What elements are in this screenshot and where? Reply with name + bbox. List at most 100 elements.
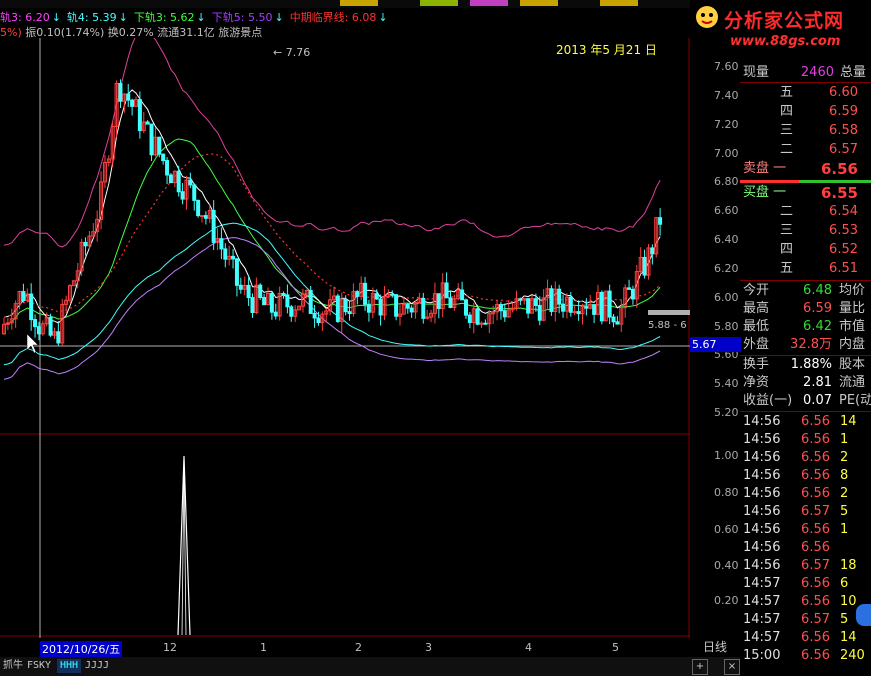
current-price-tag: 5.67 [690,337,741,353]
bid-row: 买盘 一 6.55 [740,184,871,202]
stat-right-label: 市值 [839,319,866,334]
candle-body [607,290,612,318]
candle-body [630,288,635,300]
tick-volume: 18 [840,558,857,573]
candle-body [281,292,286,296]
price-tick: 6.60 [714,204,739,218]
price-marker [648,310,690,315]
tick-time: 14:56 [743,432,781,447]
period-selector[interactable]: 日线 [700,640,730,654]
x-tick: 1 [260,641,267,654]
candle-body [258,284,263,298]
formula-tab[interactable]: FSKY [24,659,54,673]
candle-body [421,297,426,319]
date-label: 2013 年5 月21 日 [556,43,657,57]
toolbar-chip[interactable] [420,0,458,6]
candle-body [549,288,554,312]
stat-right-label: PE(动 [839,393,871,408]
high-price-label: ← 7.76 [273,46,310,59]
tick-row: 14:56 6.56 14 [740,413,871,431]
tick-time: 14:57 [743,612,781,627]
candle-body [200,215,204,218]
x-tick: 5 [612,641,619,654]
quote-panel: 现量 2460 总量五 6.60 四 6.59 三 6.58 二 6.57 卖盘 一 6.56 买盘 一… [740,62,871,676]
tick-row: 14:56 6.56 1 [740,521,871,539]
candle-body [363,282,368,305]
candle-body [149,123,154,156]
candle-body [308,289,313,314]
candle-body [161,153,166,162]
kline-chart[interactable]: ← 7.76 2013 年5 月21 日 5.88 - 6 [0,38,690,638]
tick-time: 14:57 [743,630,781,645]
volume-value: 2460 [800,65,834,80]
tick-price: 6.57 [801,612,830,627]
total-volume-label: 总量 [840,65,867,80]
price-axis: 7.60 7.40 7.20 7.00 6.80 6.60 6.40 6.20 6.00 5.80… [690,38,741,638]
tick-price: 6.56 [801,576,830,591]
ask-row: 三 6.58 [740,122,871,140]
candle-body [126,93,131,101]
stat-row: 今开 6.48 均价 [740,282,871,300]
ask-label: 四 [780,104,794,119]
divider [740,82,871,83]
price-tick: 5.80 [714,319,739,333]
candle-body [316,317,321,324]
tick-volume: 240 [840,648,865,663]
stat-label: 净资 [743,375,770,390]
ask-price: 6.58 [829,123,858,138]
candle-body [238,284,243,290]
stat-right-label: 内盘 [839,337,866,352]
toolbar-chip[interactable] [600,0,638,6]
zoom-out-button[interactable]: × [724,659,740,675]
candle-body [250,297,255,313]
indicator-tick: 0.60 [714,523,739,536]
formula-tab[interactable]: 抓牛 [0,659,26,673]
down-arrow-icon: ↓ [274,11,284,24]
candle-body [483,322,488,325]
logo-title: 分析家公式网 [724,10,845,32]
ask-row: 二 6.57 [740,141,871,159]
stat-row: 换手 1.88% 股本 [740,356,871,374]
candle-body [285,294,290,308]
down-arrow-icon: ↓ [378,11,388,24]
candle-body [658,217,663,225]
ask-label: 卖盘 一 [743,161,787,176]
float-widget-icon[interactable] [856,604,871,626]
formula-tab[interactable]: JJJJ [82,659,112,673]
candle-body [568,296,573,313]
toolbar-chip[interactable] [470,0,508,6]
candle-body [467,314,472,323]
price-tick: 7.60 [714,60,739,73]
tick-price: 6.56 [801,540,830,555]
candle-body [537,304,542,321]
zoom-in-button[interactable]: + [692,659,708,675]
candle-body [611,316,616,323]
candle-body [347,311,352,315]
down-arrow-icon: ↓ [196,11,206,24]
stat-right-label: 均价 [839,283,866,298]
tick-price: 6.56 [801,432,830,447]
bid-row: 三 6.53 [740,222,871,240]
tick-time: 14:56 [743,468,781,483]
stat-label: 最高 [743,301,770,316]
tick-volume: 6 [840,576,849,591]
toolbar-chip[interactable] [340,0,378,6]
down-arrow-icon: ↓ [118,11,128,24]
stat-value: 6.42 [803,319,832,334]
candle-body [219,238,224,250]
candle-body [196,199,201,217]
bid-price: 6.55 [820,184,858,202]
down-arrow-icon: ↓ [51,11,61,24]
tick-time: 14:57 [743,594,781,609]
ask-price: 6.59 [829,104,858,119]
toolbar-chip[interactable] [520,0,558,6]
candle-body [615,321,620,325]
bid-price: 6.54 [829,204,858,219]
formula-tab[interactable]: HHH [57,659,82,673]
candle-body [262,296,267,306]
candle-body [444,282,449,299]
tick-row: 14:56 6.57 18 [740,557,871,575]
candle-body [584,306,589,309]
candle-body [48,317,53,336]
stat-row: 收益(一) 0.07 PE(动 [740,392,871,410]
